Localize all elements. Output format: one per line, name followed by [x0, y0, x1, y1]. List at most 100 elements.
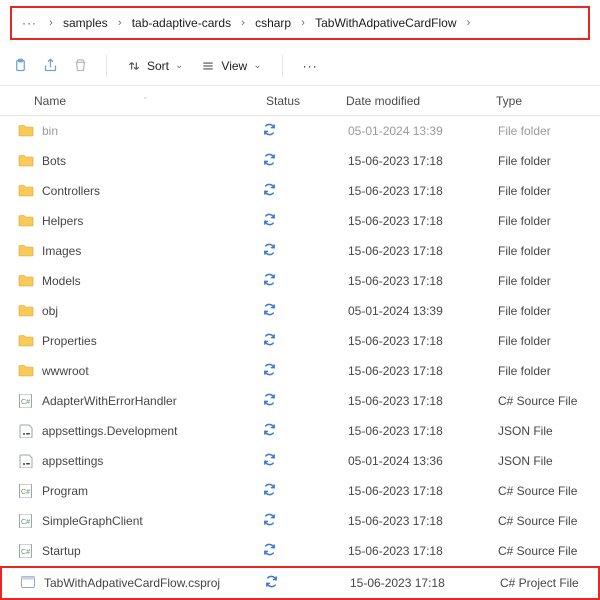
file-status-cell — [258, 542, 338, 560]
file-status-cell — [258, 122, 338, 140]
sync-icon — [262, 452, 277, 470]
file-status-cell — [258, 422, 338, 440]
folder-icon — [18, 334, 34, 348]
file-type-cell: File folder — [488, 184, 600, 198]
file-status-cell — [258, 302, 338, 320]
table-row[interactable]: appsettings.Development 15-06-2023 17:18… — [0, 416, 600, 446]
column-headers: ˆ Name Status Date modified Type — [0, 86, 600, 116]
file-name-label: Helpers — [42, 214, 83, 228]
file-type-cell: JSON File — [488, 424, 600, 438]
file-name-cell: Controllers — [0, 184, 258, 198]
table-row[interactable]: bin 05-01-2024 13:39 File folder — [0, 116, 600, 146]
breadcrumb-item[interactable]: samples — [59, 16, 112, 30]
column-header-status[interactable]: Status — [258, 94, 338, 108]
sync-icon — [262, 152, 277, 170]
file-name-cell: appsettings.Development — [0, 424, 258, 438]
table-row[interactable]: Images 15-06-2023 17:18 File folder — [0, 236, 600, 266]
file-status-cell — [258, 332, 338, 350]
file-status-cell — [258, 362, 338, 380]
file-name-cell: Program — [0, 484, 258, 498]
table-row[interactable]: Startup 15-06-2023 17:18 C# Source File — [0, 536, 600, 566]
sort-button[interactable]: Sort ⌄ — [121, 55, 189, 77]
file-name-cell: obj — [0, 304, 258, 318]
folder-icon — [18, 154, 34, 168]
column-header-label: Status — [266, 94, 300, 108]
file-name-label: Models — [42, 274, 81, 288]
file-date-cell: 15-06-2023 17:18 — [340, 576, 490, 590]
file-date-cell: 15-06-2023 17:18 — [338, 184, 488, 198]
table-row[interactable]: Program 15-06-2023 17:18 C# Source File — [0, 476, 600, 506]
file-name-cell: Bots — [0, 154, 258, 168]
file-type-cell: JSON File — [488, 454, 600, 468]
chevron-right-icon: › — [43, 17, 59, 29]
table-row[interactable]: SimpleGraphClient 15-06-2023 17:18 C# So… — [0, 506, 600, 536]
breadcrumb-ellipsis[interactable]: ··· — [16, 16, 43, 30]
table-row[interactable]: obj 05-01-2024 13:39 File folder — [0, 296, 600, 326]
table-row[interactable]: TabWithAdpativeCardFlow.csproj 15-06-202… — [0, 566, 600, 600]
chevron-down-icon: ⌄ — [175, 60, 183, 71]
file-date-cell: 15-06-2023 17:18 — [338, 244, 488, 258]
column-header-name[interactable]: Name — [0, 94, 258, 108]
file-type-cell: C# Source File — [488, 544, 600, 558]
chevron-down-icon: ⌄ — [253, 60, 261, 71]
file-name-cell: appsettings — [0, 454, 258, 468]
breadcrumb-item[interactable]: tab-adaptive-cards — [128, 16, 235, 30]
file-name-label: Properties — [42, 334, 97, 348]
file-status-cell — [258, 242, 338, 260]
file-type-cell: File folder — [488, 124, 600, 138]
view-button[interactable]: View ⌄ — [195, 55, 267, 77]
folder-icon — [18, 124, 34, 138]
file-status-cell — [258, 482, 338, 500]
table-row[interactable]: Controllers 15-06-2023 17:18 File folder — [0, 176, 600, 206]
folder-icon — [18, 364, 34, 378]
file-date-cell: 05-01-2024 13:39 — [338, 304, 488, 318]
sync-icon — [262, 182, 277, 200]
breadcrumb: ··· › samples › tab-adaptive-cards › csh… — [10, 6, 590, 40]
sort-indicator-icon: ˆ — [144, 96, 147, 106]
breadcrumb-item[interactable]: csharp — [251, 16, 295, 30]
file-date-cell: 15-06-2023 17:18 — [338, 214, 488, 228]
file-name-label: SimpleGraphClient — [42, 514, 143, 528]
table-row[interactable]: Bots 15-06-2023 17:18 File folder — [0, 146, 600, 176]
folder-icon — [18, 244, 34, 258]
jsonfile-icon — [18, 454, 34, 468]
table-row[interactable]: wwwroot 15-06-2023 17:18 File folder — [0, 356, 600, 386]
table-row[interactable]: appsettings 05-01-2024 13:36 JSON File — [0, 446, 600, 476]
sync-icon — [262, 542, 277, 560]
file-name-label: appsettings — [42, 454, 103, 468]
table-row[interactable]: Helpers 15-06-2023 17:18 File folder — [0, 206, 600, 236]
file-name-cell: wwwroot — [0, 364, 258, 378]
column-header-date[interactable]: Date modified — [338, 94, 488, 108]
file-name-label: obj — [42, 304, 58, 318]
more-button[interactable]: ··· — [297, 55, 324, 77]
file-status-cell — [258, 152, 338, 170]
file-date-cell: 15-06-2023 17:18 — [338, 364, 488, 378]
file-date-cell: 15-06-2023 17:18 — [338, 154, 488, 168]
clipboard-icon[interactable] — [8, 54, 32, 78]
file-status-cell — [258, 272, 338, 290]
toolbar-divider — [282, 55, 283, 77]
csfile-icon — [18, 544, 34, 558]
file-name-cell: AdapterWithErrorHandler — [0, 394, 258, 408]
csfile-icon — [18, 484, 34, 498]
file-status-cell — [260, 574, 340, 592]
file-name-label: Controllers — [42, 184, 100, 198]
trash-icon[interactable] — [68, 54, 92, 78]
column-header-label: Type — [496, 94, 522, 108]
table-row[interactable]: Models 15-06-2023 17:18 File folder — [0, 266, 600, 296]
column-header-type[interactable]: Type — [488, 94, 600, 108]
file-name-label: Bots — [42, 154, 66, 168]
share-icon[interactable] — [38, 54, 62, 78]
file-name-cell: Models — [0, 274, 258, 288]
file-date-cell: 15-06-2023 17:18 — [338, 514, 488, 528]
file-list: bin 05-01-2024 13:39 File folder Bots 15… — [0, 116, 600, 600]
file-date-cell: 15-06-2023 17:18 — [338, 334, 488, 348]
breadcrumb-item[interactable]: TabWithAdpativeCardFlow — [311, 16, 460, 30]
jsonfile-icon — [18, 424, 34, 438]
file-name-cell: Properties — [0, 334, 258, 348]
table-row[interactable]: AdapterWithErrorHandler 15-06-2023 17:18… — [0, 386, 600, 416]
file-type-cell: File folder — [488, 154, 600, 168]
table-row[interactable]: Properties 15-06-2023 17:18 File folder — [0, 326, 600, 356]
csfile-icon — [18, 394, 34, 408]
file-type-cell: C# Project File — [490, 576, 600, 590]
